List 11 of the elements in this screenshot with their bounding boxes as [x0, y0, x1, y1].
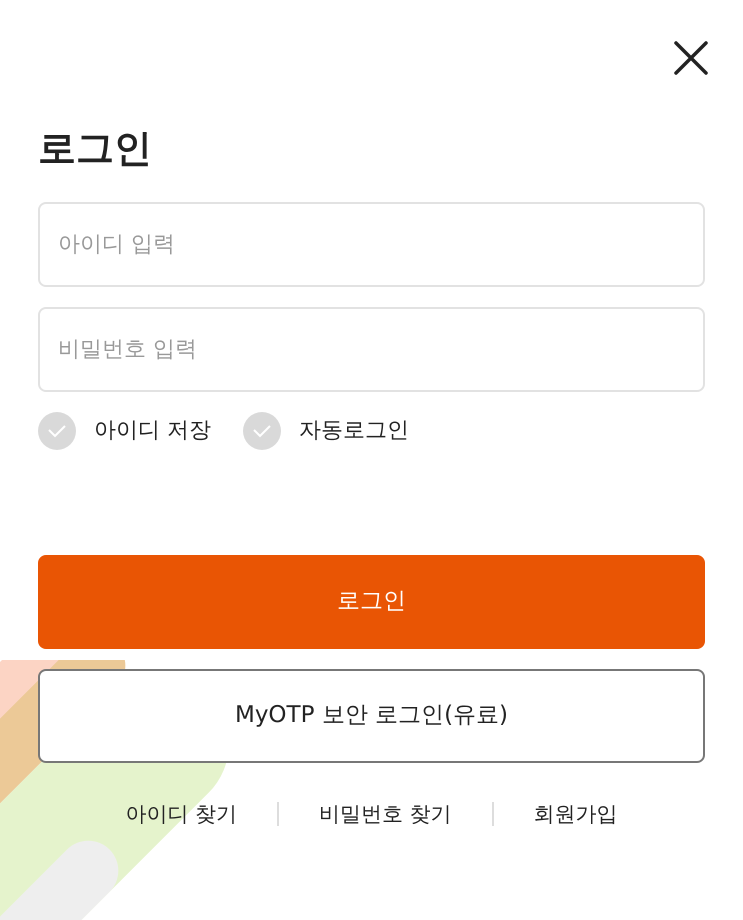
- option-checkbox[interactable]: 아이디 저장: [38, 412, 211, 450]
- login-button[interactable]: 로그인: [38, 554, 705, 649]
- account-link[interactable]: 비밀번호 찾기: [319, 798, 452, 830]
- id-field[interactable]: 아이디 입력: [38, 202, 705, 287]
- otp-login-button[interactable]: MyOTP 보안 로그인(유료): [38, 668, 705, 763]
- account-link[interactable]: 회원가입: [534, 798, 618, 830]
- option-checkbox[interactable]: 자동로그인: [243, 412, 409, 450]
- page-title: 로그인: [38, 126, 153, 172]
- close-icon[interactable]: [673, 40, 709, 76]
- account-link[interactable]: 아이디 찾기: [125, 798, 237, 830]
- password-field[interactable]: 비밀번호 입력: [38, 306, 705, 392]
